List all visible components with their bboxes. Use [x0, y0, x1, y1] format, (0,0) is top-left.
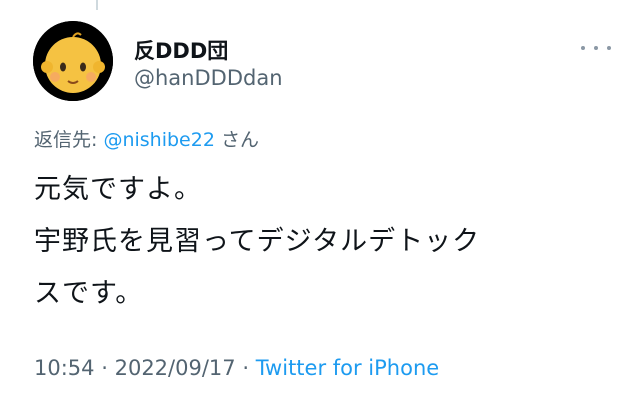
tweet-source-link[interactable]: Twitter for iPhone [256, 356, 440, 380]
tweet-text-line: スです。 [34, 278, 144, 309]
tweet-time[interactable]: 10:54 [34, 356, 95, 380]
tweet-text-line: 元気ですよ。 [34, 174, 202, 205]
thread-connector-line [96, 0, 98, 10]
baby-emoji-icon [33, 21, 113, 101]
more-options-button[interactable] [581, 38, 611, 58]
meta-separator: · [242, 356, 250, 380]
tweet-date[interactable]: 2022/09/17 [115, 356, 236, 380]
more-dots-icon [581, 46, 585, 50]
more-dots-icon [594, 46, 598, 50]
more-dots-icon [607, 46, 611, 50]
reply-mention-link[interactable]: @nishibe22 [103, 129, 214, 151]
tweet-metadata: 10:54 · 2022/09/17 · Twitter for iPhone [34, 356, 439, 380]
reply-context: 返信先: @nishibe22 さん [34, 125, 259, 152]
tweet-text-line: 宇野氏を見習ってデジタルデトック [34, 226, 481, 257]
reply-prefix: 返信先: [34, 129, 98, 151]
avatar[interactable] [33, 21, 113, 101]
display-name[interactable]: 反DDD団 [134, 35, 228, 65]
meta-separator: · [101, 356, 108, 380]
tweet-text: 元気ですよ。 宇野氏を見習ってデジタルデトック スです。 [34, 164, 604, 320]
reply-suffix: さん [220, 129, 259, 151]
user-handle[interactable]: @hanDDDdan [134, 66, 283, 90]
tweet-card: 反DDD団 @hanDDDdan 返信先: @nishibe22 さん 元気です… [0, 0, 640, 406]
